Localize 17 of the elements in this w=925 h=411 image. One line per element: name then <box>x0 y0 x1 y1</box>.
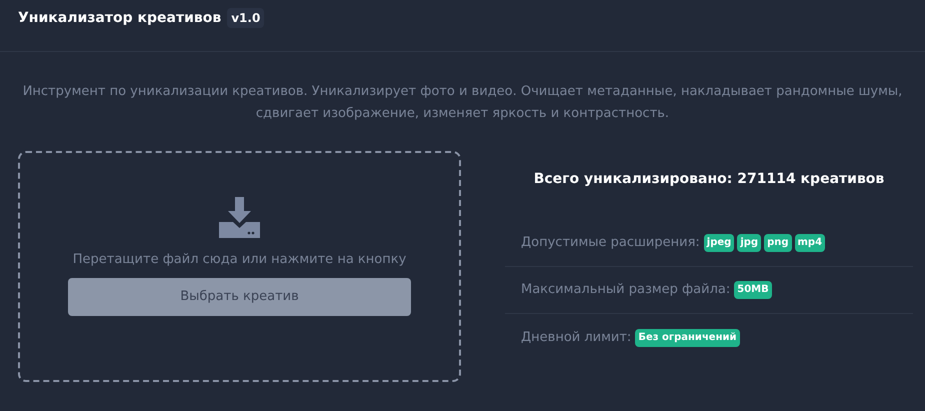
app-title: Уникализатор креативов <box>18 9 222 28</box>
value-badge: png <box>764 234 792 252</box>
info-label: Допустимые расширения: <box>521 234 700 252</box>
value-badge: jpg <box>737 234 762 252</box>
download-icon <box>219 197 260 238</box>
info-label: Максимальный размер файла: <box>521 281 730 300</box>
value-badge: mp4 <box>794 234 826 252</box>
value-badge: jpeg <box>704 234 734 252</box>
value-badge: Без ограничений <box>635 328 740 346</box>
info-label: Дневной лимит: <box>521 328 632 347</box>
value-badge: 50MB <box>734 281 772 299</box>
description: Инструмент по уникализации креативов. Уникализирует фото и видео. Очищает метаданные, накладывает рандомные шумы, сдвигает изображение, изменяет яркость и контрастность. <box>22 83 902 123</box>
dropzone[interactable]: Перетащите файл сюда или нажмите на кнопку Выбрать креатив <box>18 151 461 382</box>
stats-title: Всего уникализировано: 271114 креативов <box>532 170 886 189</box>
version-badge: v1.0 <box>227 8 264 28</box>
dropzone-hint: Перетащите файл сюда или нажмите на кнопку <box>72 251 406 269</box>
choose-button[interactable]: Выбрать креатив <box>68 278 411 316</box>
